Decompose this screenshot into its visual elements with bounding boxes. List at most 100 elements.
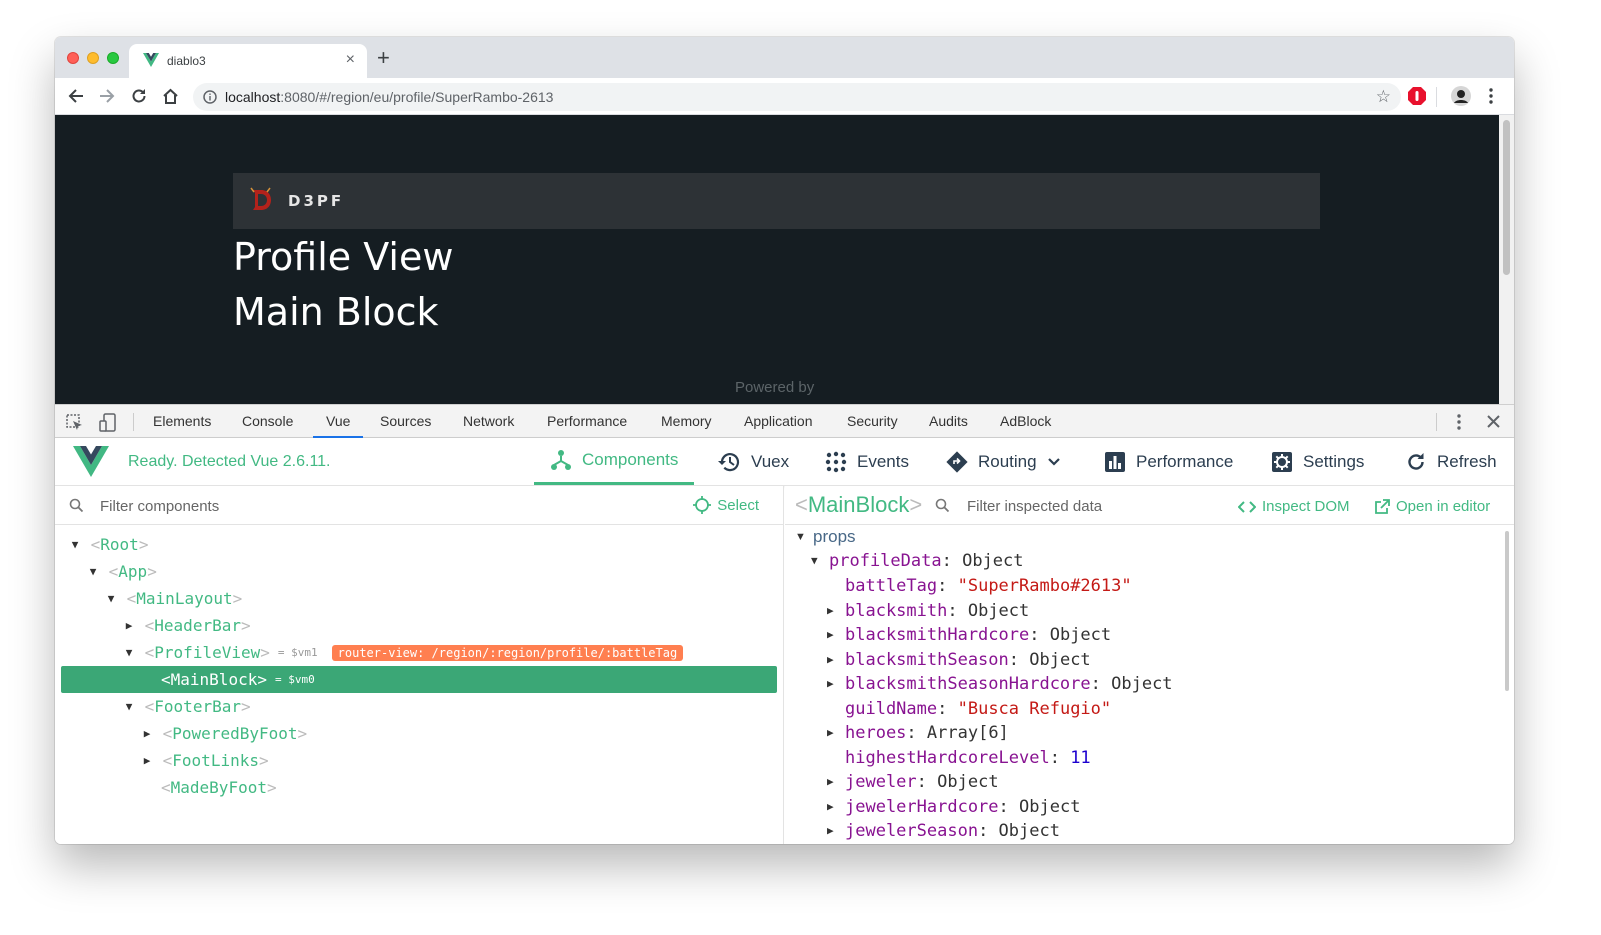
vm-reference: = $vm1 — [277, 646, 318, 659]
prop-row[interactable]: guildName: "Busca Refugio" — [827, 696, 1111, 721]
collapsed-arrow-icon[interactable]: ▶ — [827, 677, 845, 690]
tree-node-mainlayout[interactable]: ▼ < MainLayout > — [61, 585, 777, 612]
address-bar[interactable]: localhost:8080/#/region/eu/profile/Super… — [193, 83, 1401, 111]
select-component-button[interactable]: Select — [693, 496, 759, 514]
devtools-tab-performance[interactable]: Performance — [547, 405, 627, 438]
expanded-arrow-icon[interactable]: ▼ — [69, 538, 81, 551]
prop-row[interactable]: ▶ blacksmith: Object — [827, 598, 1029, 623]
prop-row[interactable]: battleTag: "SuperRambo#2613" — [827, 573, 1132, 598]
reload-button[interactable] — [129, 86, 149, 106]
inspector-scrollbar-thumb[interactable] — [1505, 531, 1509, 691]
expanded-arrow-icon[interactable]: ▼ — [811, 554, 829, 567]
expanded-arrow-icon[interactable]: ▼ — [105, 592, 117, 605]
vue-tab-components[interactable]: Components — [534, 438, 695, 485]
collapsed-arrow-icon[interactable]: ▶ — [827, 775, 845, 788]
collapsed-arrow-icon[interactable]: ▶ — [141, 754, 153, 767]
devtools-menu-icon[interactable] — [1457, 414, 1461, 430]
collapsed-arrow-icon[interactable]: ▶ — [827, 653, 845, 666]
browser-tab[interactable]: diablo3 × — [129, 44, 367, 78]
tree-node-footlinks[interactable]: ▶ < FootLinks > — [61, 747, 777, 774]
expanded-arrow-icon[interactable]: ▼ — [87, 565, 99, 578]
home-button[interactable] — [160, 86, 180, 106]
bookmark-star-icon[interactable]: ☆ — [1376, 87, 1391, 107]
site-brand[interactable]: D3PF — [288, 192, 344, 210]
devtools-tab-adblock[interactable]: AdBlock — [1000, 405, 1051, 438]
devtools-tab-console[interactable]: Console — [242, 405, 293, 438]
tree-node-app[interactable]: ▼ < App > — [61, 558, 777, 585]
prop-row[interactable]: highestHardcoreLevel: 11 — [827, 745, 1091, 770]
tree-node-profileview[interactable]: ▼ < ProfileView > = $vm1 router-view: /reg… — [61, 639, 777, 666]
minimize-window-button[interactable] — [87, 52, 99, 64]
prop-row[interactable]: ▶ heroes: Array[6] — [827, 720, 1009, 745]
collapsed-arrow-icon[interactable]: ▶ — [827, 726, 845, 739]
vue-tab-routing[interactable]: Routing — [946, 438, 1061, 485]
url-path: :8080/#/region/eu/profile/SuperRambo-261… — [280, 89, 554, 105]
collapsed-arrow-icon[interactable]: ▶ — [827, 604, 845, 617]
browser-menu-icon[interactable] — [1489, 88, 1493, 104]
devtools-tab-elements[interactable]: Elements — [153, 405, 211, 438]
collapsed-arrow-icon[interactable]: ▶ — [827, 628, 845, 641]
chevron-down-icon — [1047, 457, 1060, 466]
devtools-close-icon[interactable] — [1487, 415, 1500, 428]
new-tab-button[interactable]: + — [377, 47, 390, 69]
vue-refresh-button[interactable]: Refresh — [1405, 438, 1497, 485]
back-button[interactable] — [66, 86, 86, 106]
inspect-dom-button[interactable]: Inspect DOM — [1238, 498, 1350, 515]
prop-row[interactable]: ▶ blacksmithHardcore: Object — [827, 622, 1111, 647]
info-icon[interactable] — [203, 90, 217, 104]
tree-node-poweredbyfoot[interactable]: ▶ < PoweredByFoot > — [61, 720, 777, 747]
gear-icon — [1272, 451, 1292, 472]
device-toolbar-icon[interactable] — [99, 413, 117, 432]
expanded-arrow-icon[interactable]: ▼ — [123, 700, 135, 713]
devtools-tab-sources[interactable]: Sources — [380, 405, 431, 438]
close-window-button[interactable] — [67, 52, 79, 64]
open-in-editor-button[interactable]: Open in editor — [1374, 498, 1490, 515]
search-icon — [935, 498, 950, 513]
prop-key: jewelerSeason — [845, 820, 979, 841]
devtools-tab-vue[interactable]: Vue — [313, 405, 364, 438]
expanded-arrow-icon[interactable]: ▼ — [795, 531, 813, 543]
prop-row[interactable]: ▶ jeweler: Object — [827, 769, 999, 794]
filter-components-input[interactable]: Filter components — [100, 498, 219, 515]
prop-row[interactable]: ▶ blacksmithSeasonHardcore: Object — [827, 671, 1173, 696]
inspected-component-title: <MainBlock> — [795, 492, 923, 517]
diablo-logo-icon[interactable] — [249, 187, 273, 213]
collapsed-arrow-icon[interactable]: ▶ — [123, 619, 135, 632]
tree-node-madebyfoot[interactable]: < MadeByFoot > — [61, 774, 777, 801]
adblock-extension-icon[interactable] — [1408, 87, 1426, 105]
prop-row[interactable]: ▶ blacksmithSeason: Object — [827, 647, 1091, 672]
page-scrollbar-thumb[interactable] — [1503, 120, 1510, 275]
prop-row[interactable]: ▶ jewelerSeason: Object — [827, 818, 1060, 843]
expanded-arrow-icon[interactable]: ▼ — [123, 646, 135, 659]
devtools-tab-memory[interactable]: Memory — [661, 405, 712, 438]
collapsed-arrow-icon[interactable]: ▶ — [827, 800, 845, 813]
prop-row-profiledata[interactable]: ▼ profileData: Object — [811, 548, 1024, 573]
forward-button[interactable] — [97, 86, 117, 106]
vue-status-text: Ready. Detected Vue 2.6.11. — [128, 453, 331, 470]
page-scrollbar[interactable] — [1499, 115, 1514, 404]
tree-node-footerbar[interactable]: ▼ < FooterBar > — [61, 693, 777, 720]
devtools-tab-network[interactable]: Network — [463, 405, 514, 438]
prop-value: "SuperRambo#2613" — [957, 575, 1132, 596]
tree-node-headerbar[interactable]: ▶ < HeaderBar > — [61, 612, 777, 639]
profile-avatar-icon[interactable] — [1451, 86, 1471, 106]
devtools-tab-security[interactable]: Security — [847, 405, 898, 438]
prop-key: blacksmithSeason — [845, 649, 1009, 670]
props-section-header[interactable]: ▼ props — [795, 527, 856, 547]
tree-node-root[interactable]: ▼ < Root > — [61, 531, 777, 558]
filter-inspected-input[interactable]: Filter inspected data — [967, 498, 1102, 515]
inspect-element-icon[interactable] — [66, 414, 84, 432]
vue-tab-events[interactable]: Events — [825, 438, 909, 485]
devtools-tab-application[interactable]: Application — [744, 405, 813, 438]
refresh-icon — [1408, 452, 1424, 470]
collapsed-arrow-icon[interactable]: ▶ — [141, 727, 153, 740]
vue-tab-vuex[interactable]: Vuex — [717, 438, 789, 485]
tab-close-icon[interactable]: × — [346, 51, 355, 69]
vue-tab-settings[interactable]: Settings — [1271, 438, 1364, 485]
devtools-tab-audits[interactable]: Audits — [929, 405, 968, 438]
prop-row[interactable]: ▶ jewelerHardcore: Object — [827, 794, 1080, 819]
tree-node-mainblock[interactable]: < MainBlock > = $vm0 — [61, 666, 777, 693]
vue-tab-performance[interactable]: Performance — [1104, 438, 1233, 485]
collapsed-arrow-icon[interactable]: ▶ — [827, 824, 845, 837]
zoom-window-button[interactable] — [107, 52, 119, 64]
